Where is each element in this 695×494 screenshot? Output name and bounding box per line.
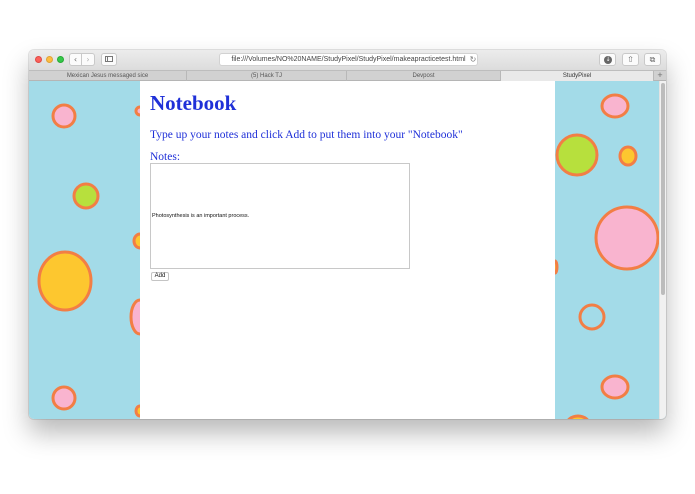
sidebar-icon: [105, 56, 113, 62]
tab-studypixel[interactable]: StudyPixel: [501, 71, 654, 81]
close-icon[interactable]: [35, 56, 42, 63]
notes-label: Notes:: [150, 151, 181, 163]
notes-textarea[interactable]: Photosynthesis is an important process.: [150, 163, 410, 269]
page-viewport: Notebook Type up your notes and click Ad…: [29, 81, 666, 419]
tab-overview-button[interactable]: ⧉: [644, 53, 661, 66]
bubble: [600, 93, 630, 119]
instructions-text: Type up your notes and click Add to put …: [150, 129, 463, 141]
tab-devpost[interactable]: Devpost: [347, 71, 501, 81]
minimize-icon[interactable]: [46, 56, 53, 63]
chevron-left-icon: ‹: [73, 55, 78, 64]
browser-window: ‹ › file:///Volumes/NO%20NAME/StudyPixel…: [29, 50, 666, 419]
reload-icon[interactable]: ↻: [467, 53, 479, 66]
scrollbar[interactable]: [659, 81, 666, 419]
maximize-icon[interactable]: [57, 56, 64, 63]
bubble: [51, 103, 77, 129]
bubble: [618, 145, 638, 167]
new-tab-icon[interactable]: +: [654, 71, 666, 81]
downloads-button[interactable]: ↓: [599, 53, 616, 66]
tab-hack-tj[interactable]: (5) Hack TJ: [187, 71, 347, 81]
tab-bar: Mexican Jesus messaged sice (5) Hack TJ …: [29, 70, 666, 81]
tab-mexican-jesus[interactable]: Mexican Jesus messaged sice: [29, 71, 187, 81]
scroll-thumb[interactable]: [661, 83, 665, 295]
sidebar-button[interactable]: [101, 53, 117, 66]
download-icon: ↓: [604, 56, 612, 64]
notebook-panel: Notebook Type up your notes and click Ad…: [140, 81, 555, 419]
address-url: file:///Volumes/NO%20NAME/StudyPixel/Stu…: [231, 56, 466, 63]
back-button[interactable]: ‹: [69, 53, 82, 66]
browser-toolbar: ‹ › file:///Volumes/NO%20NAME/StudyPixel…: [29, 50, 666, 70]
share-icon: ⇧: [627, 55, 634, 64]
bubble: [600, 374, 630, 400]
bubble: [578, 303, 606, 331]
bubble: [567, 414, 589, 419]
bubble: [37, 250, 93, 312]
bubble: [51, 385, 77, 411]
bubble: [555, 133, 599, 177]
tab-overview-icon: ⧉: [649, 55, 656, 64]
chevron-right-icon: ›: [86, 55, 90, 64]
share-button[interactable]: ⇧: [622, 53, 639, 66]
bubble: [72, 182, 100, 210]
page-title: Notebook: [150, 91, 237, 115]
address-bar[interactable]: file:///Volumes/NO%20NAME/StudyPixel/Stu…: [219, 53, 478, 66]
add-button[interactable]: Add: [151, 272, 169, 281]
forward-button[interactable]: ›: [82, 53, 95, 66]
bubble: [594, 205, 660, 271]
